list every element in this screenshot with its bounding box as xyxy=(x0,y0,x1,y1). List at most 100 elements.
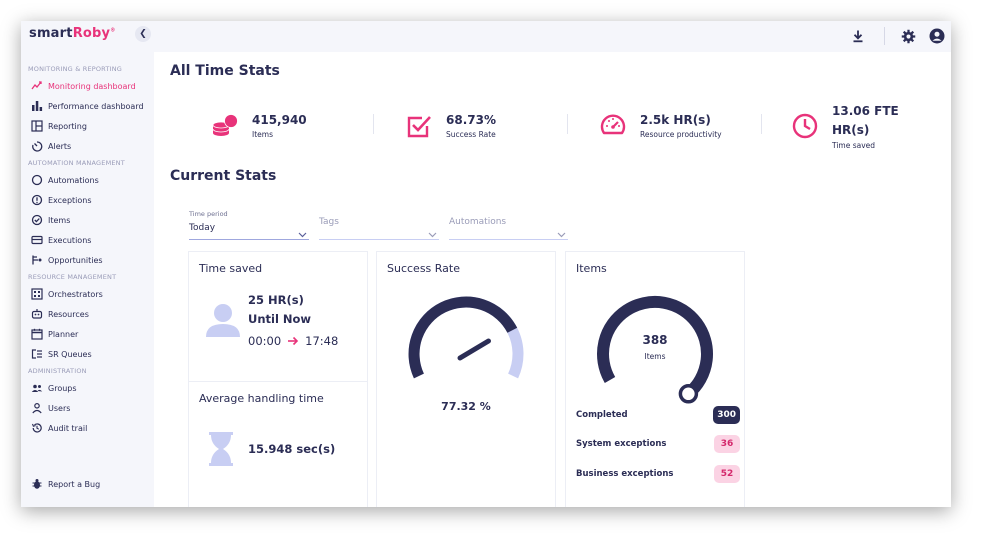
current-stats-title: Current Stats xyxy=(170,168,277,184)
stat-time-saved-value: 13.06 FTE xyxy=(832,104,899,118)
aht-card-title: Average handling time xyxy=(199,392,324,405)
time-range-start: 00:00 xyxy=(248,333,282,348)
gear-icon[interactable] xyxy=(900,28,916,44)
items-gauge-knob xyxy=(678,384,699,404)
stat-productivity-value: 2.5k HR(s) xyxy=(640,113,711,127)
sidebar-item-label: Executions xyxy=(48,235,92,245)
sidebar-item-performance-dashboard[interactable]: Performance dashboard xyxy=(21,96,154,116)
sidebar-item-reporting[interactable]: Reporting xyxy=(21,116,154,136)
logo-mark: ® xyxy=(110,27,116,34)
stat-divider xyxy=(567,114,568,134)
sidebar-item-opportunities[interactable]: Opportunities xyxy=(21,250,154,270)
sidebar-item-executions[interactable]: Executions xyxy=(21,230,154,250)
sidebar-item-exceptions[interactable]: Exceptions xyxy=(21,190,154,210)
calendar-icon xyxy=(31,328,43,340)
sidebar-item-label: Reporting xyxy=(48,121,87,131)
app-window: smartRoby® ❮ MONITORING & REPORTING Moni… xyxy=(21,21,951,507)
aht-value: 15.948 sec(s) xyxy=(248,442,336,456)
average-handling-time-card: Average handling time 15.948 sec(s) xyxy=(188,381,368,507)
gauge-value-arc xyxy=(408,296,518,379)
sidebar-item-label: Opportunities xyxy=(48,255,103,265)
automations-placeholder: Automations xyxy=(449,217,507,227)
sidebar-item-groups[interactable]: Groups xyxy=(21,378,154,398)
sidebar-item-resources[interactable]: Resources xyxy=(21,304,154,324)
stat-time-saved-value-unit: HR(s) xyxy=(832,123,870,137)
user-icon xyxy=(31,402,43,414)
collapse-sidebar-button[interactable]: ❮ xyxy=(135,26,151,42)
legend-business-exceptions: Business exceptions 52 xyxy=(576,464,740,484)
stat-time-saved: 13.06 FTE HR(s) Time saved xyxy=(790,96,899,156)
time-saved-hours: 25 HR(s) xyxy=(248,293,304,307)
sidebar-item-orchestrators[interactable]: Orchestrators xyxy=(21,284,154,304)
speedometer-icon xyxy=(598,111,628,141)
sidebar: smartRoby® ❮ MONITORING & REPORTING Moni… xyxy=(21,21,154,507)
main-content: All Time Stats 415,940 Items 68.73% Succ… xyxy=(154,52,951,507)
time-period-value: Today xyxy=(189,223,216,233)
time-period-select[interactable]: Time period Today xyxy=(189,210,309,240)
topbar-divider xyxy=(884,27,885,45)
legend-completed: Completed 300 xyxy=(576,405,740,425)
tags-placeholder: Tags xyxy=(319,217,339,227)
sidebar-nav: MONITORING & REPORTING Monitoring dashbo… xyxy=(21,62,154,438)
coins-icon xyxy=(210,111,240,141)
items-total: 388 xyxy=(642,333,668,347)
automations-select[interactable]: Automations xyxy=(449,210,568,240)
stat-productivity-label: Resource productivity xyxy=(640,130,722,139)
sidebar-item-label: Audit trail xyxy=(48,423,88,433)
items-card-title: Items xyxy=(576,262,607,275)
sidebar-item-planner[interactable]: Planner xyxy=(21,324,154,344)
sidebar-item-users[interactable]: Users xyxy=(21,398,154,418)
items-gauge xyxy=(597,296,713,404)
sidebar-item-label: Resources xyxy=(48,309,89,319)
items-total-label: Items xyxy=(644,352,666,361)
sidebar-item-monitoring-dashboard[interactable]: Monitoring dashboard xyxy=(21,76,154,96)
sidebar-item-sr-queues[interactable]: SR Queues xyxy=(21,344,154,364)
sidebar-item-label: Items xyxy=(48,215,71,225)
sidebar-item-alerts[interactable]: Alerts xyxy=(21,136,154,156)
section-title-administration: ADMINISTRATION xyxy=(28,367,87,375)
sidebar-item-audit-trail[interactable]: Audit trail xyxy=(21,418,154,438)
success-rate-value: 77.32 % xyxy=(441,400,491,413)
section-title-automation: AUTOMATION MANAGEMENT xyxy=(28,159,125,167)
report-bug-button[interactable]: Report a Bug xyxy=(21,474,154,494)
layout-icon xyxy=(31,120,43,132)
stat-success-label: Success Rate xyxy=(446,130,496,139)
time-period-label: Time period xyxy=(189,210,228,218)
checkbox-icon xyxy=(404,111,434,141)
items-gauge-arc xyxy=(597,296,713,399)
circle-icon xyxy=(31,174,43,186)
time-saved-card: Time saved 25 HR(s) Until Now 00:00 17:4… xyxy=(188,251,368,383)
legend-system-exceptions: System exceptions 36 xyxy=(576,434,740,454)
alert-icon xyxy=(31,140,43,152)
top-bar xyxy=(154,21,951,52)
exclamation-icon xyxy=(31,194,43,206)
legend-label: Business exceptions xyxy=(576,469,674,479)
time-saved-until: Until Now xyxy=(248,312,312,326)
automations-underline xyxy=(449,239,568,240)
tags-select[interactable]: Tags xyxy=(319,210,439,240)
arrow-right-icon xyxy=(287,331,299,350)
sidebar-item-items[interactable]: Items xyxy=(21,210,154,230)
logo[interactable]: smartRoby® xyxy=(29,26,115,41)
time-period-underline xyxy=(189,239,309,240)
stat-divider xyxy=(761,114,762,134)
tags-underline xyxy=(319,239,439,240)
check-circle-icon xyxy=(31,214,43,226)
download-icon[interactable] xyxy=(850,28,866,44)
logo-main: smart xyxy=(29,26,73,41)
history-icon xyxy=(31,422,43,434)
group-icon xyxy=(31,382,43,394)
legend-count-badge: 300 xyxy=(713,406,740,424)
legend-label: System exceptions xyxy=(576,439,667,449)
sidebar-item-automations[interactable]: Automations xyxy=(21,170,154,190)
sidebar-item-label: Orchestrators xyxy=(48,289,103,299)
sidebar-item-label: Alerts xyxy=(48,141,72,151)
trend-icon xyxy=(31,80,43,92)
branch-icon xyxy=(31,254,43,266)
items-card: Items 388 Items Completed 300 System exc… xyxy=(565,251,745,507)
account-icon[interactable] xyxy=(929,28,945,44)
sidebar-item-label: Planner xyxy=(48,329,79,339)
robot-icon xyxy=(31,308,43,320)
card-icon xyxy=(31,234,43,246)
bug-icon xyxy=(31,478,43,490)
